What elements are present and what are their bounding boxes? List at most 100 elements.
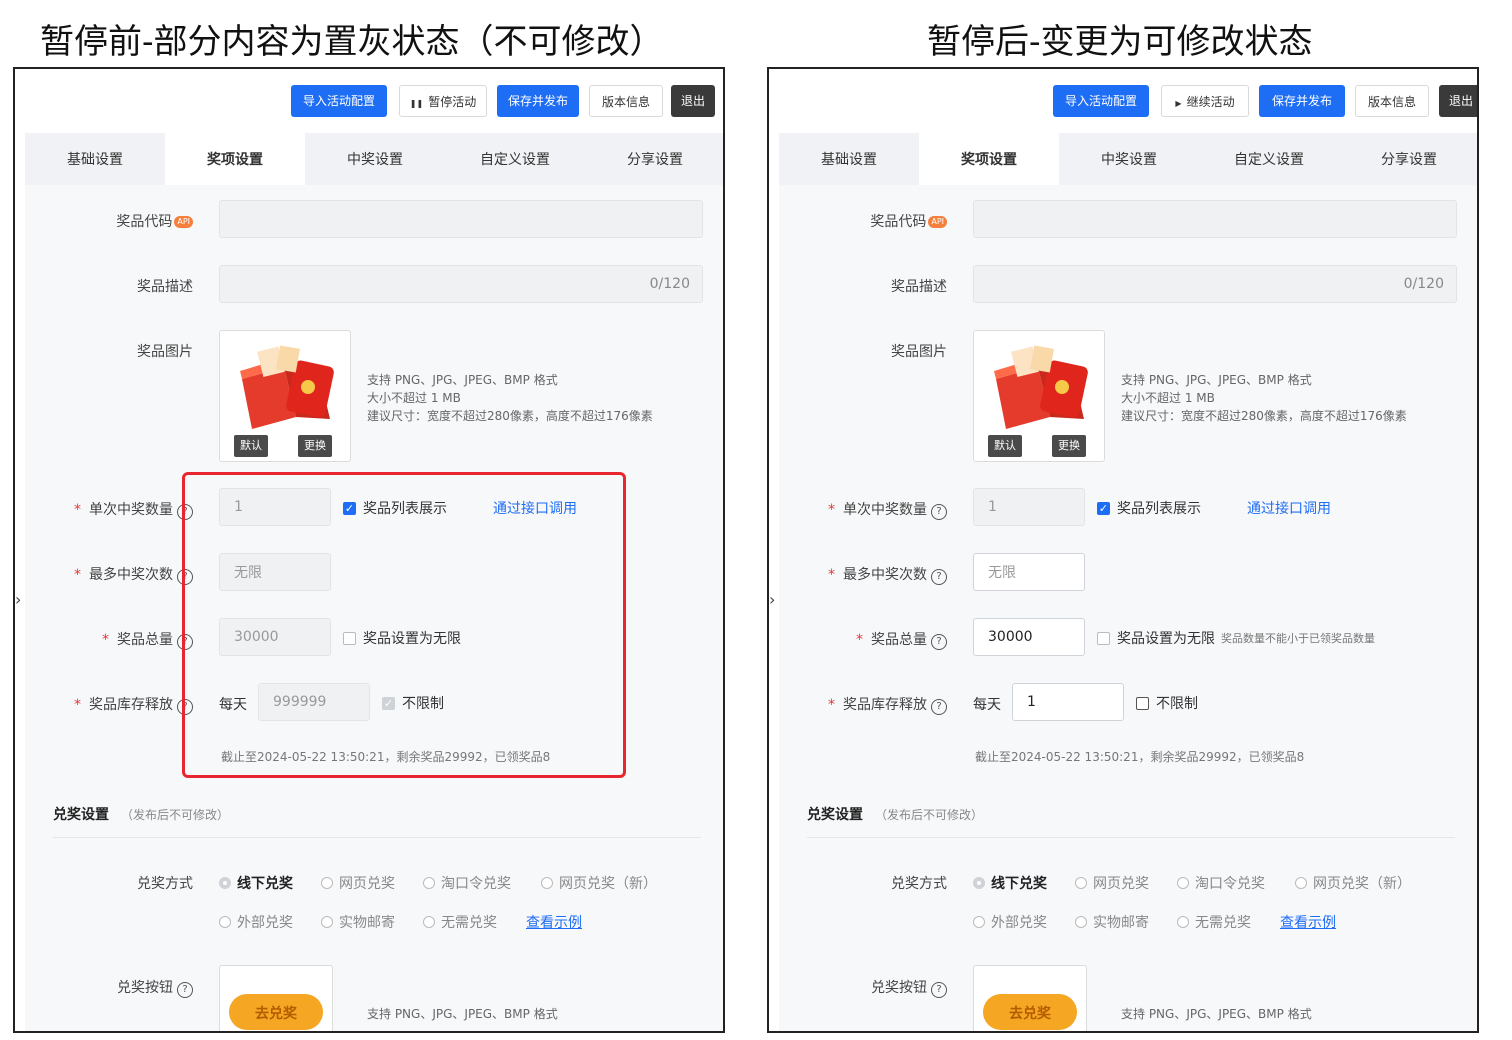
tab-1[interactable]: 奖项设置 <box>919 133 1059 185</box>
image-default-button[interactable]: 默认 <box>988 435 1022 457</box>
help-icon[interactable]: ? <box>931 982 947 998</box>
checkmark-icon: ✓ <box>1097 501 1110 515</box>
image-replace-button[interactable]: 更换 <box>1052 435 1086 457</box>
import-button[interactable]: 导入活动配置 <box>291 85 387 117</box>
prize-desc-counter: 0/120 <box>649 276 690 292</box>
unlimited-checkbox[interactable]: 奖品设置为无限 奖品数量不能小于已领奖品数量 <box>1097 628 1375 648</box>
redeem-button-upload[interactable]: 去兑奖 <box>219 965 333 1031</box>
exit-button[interactable]: 退出 <box>1439 85 1477 117</box>
version-button[interactable]: 版本信息 <box>1355 85 1429 117</box>
redeem-option[interactable]: 实物邮寄 <box>1075 912 1149 932</box>
panel-after-pause: 导入活动配置 ▶ 继续活动 保存并发布 版本信息 退出基础设置 奖项设置 中奖设置 自定义设置分… <box>767 67 1479 1033</box>
tab-3[interactable]: 自定义设置 <box>445 133 585 185</box>
tab-0[interactable]: 基础设置 <box>779 133 919 185</box>
view-example-link[interactable]: 查看示例 <box>526 912 582 932</box>
tab-3[interactable]: 自定义设置 <box>1199 133 1339 185</box>
image-hint: 支持 PNG、JPG、JPEG、BMP 格式 大小不超过 1 MB 建议尺寸：宽度不… <box>1121 373 1407 423</box>
prize-total-label: * 奖品总量? <box>856 629 947 650</box>
prize-desc-input[interactable]: 0/120 <box>973 265 1457 303</box>
tab-2[interactable]: 中奖设置 <box>1059 133 1199 185</box>
help-icon[interactable]: ? <box>931 699 947 715</box>
redeem-option[interactable]: 无需兑奖 <box>423 912 497 932</box>
redeem-option[interactable]: 实物邮寄 <box>321 912 395 932</box>
help-icon[interactable]: ? <box>931 504 947 520</box>
redeem-section-note: （发布后不可修改） <box>875 808 984 822</box>
redeem-option[interactable]: 线下兑奖 <box>219 873 293 893</box>
radio-icon <box>973 877 985 889</box>
image-replace-button[interactable]: 更换 <box>298 435 332 457</box>
prize-code-input[interactable] <box>973 200 1457 238</box>
toolbar: 导入活动配置 ▶ 继续活动 保存并发布 版本信息 退出 <box>769 69 1477 133</box>
radio-icon <box>1075 877 1087 889</box>
redeem-option[interactable]: 外部兑奖 <box>973 912 1047 932</box>
radio-icon <box>321 877 333 889</box>
stock-status-text: 截止至2024-05-22 13:50:21，剩余奖品29992，已领奖品8 <box>975 750 1305 764</box>
save-button[interactable]: 保存并发布 <box>1259 85 1345 117</box>
redeem-section-note: （发布后不可修改） <box>121 808 230 822</box>
prize-desc-input[interactable]: 0/120 <box>219 265 703 303</box>
radio-icon <box>1295 877 1307 889</box>
tab-4[interactable]: 分享设置 <box>585 133 723 185</box>
prize-total-label: * 奖品总量? <box>102 629 193 650</box>
prize-total-input[interactable]: 30000 <box>973 618 1085 656</box>
redeem-section-title: 兑奖设置 （发布后不可修改） <box>53 807 230 823</box>
redeem-button-upload[interactable]: 去兑奖 <box>973 965 1087 1031</box>
disabled-fields-highlight <box>182 472 626 778</box>
redeem-option[interactable]: 网页兑奖（新） <box>1295 873 1411 893</box>
tab-4[interactable]: 分享设置 <box>1339 133 1477 185</box>
save-button[interactable]: 保存并发布 <box>497 85 579 117</box>
max-win-input[interactable]: 无限 <box>973 553 1085 591</box>
settings-tabs: 基础设置 奖项设置 中奖设置 自定义设置 分享设置 <box>25 133 723 185</box>
single-win-input[interactable]: 1 <box>973 488 1085 526</box>
max-win-label: * 最多中奖次数? <box>828 564 947 585</box>
per-day-label: 每天 <box>973 697 1001 713</box>
prize-code-input[interactable] <box>219 200 703 238</box>
radio-icon <box>423 877 435 889</box>
help-icon[interactable]: ? <box>931 634 947 650</box>
resume-activity-button[interactable]: ▶ 继续活动 <box>1161 85 1249 117</box>
redeem-option[interactable]: 网页兑奖（新） <box>541 873 657 893</box>
redeem-option[interactable]: 无需兑奖 <box>1177 912 1251 932</box>
checkbox-icon <box>1136 696 1149 710</box>
view-example-link[interactable]: 查看示例 <box>1280 912 1336 932</box>
chevron-right-icon[interactable]: › <box>15 590 21 609</box>
api-badge-icon: API <box>928 216 947 228</box>
redeem-option[interactable]: 网页兑奖 <box>321 873 395 893</box>
prize-settings-form: 奖品代码 API 奖品描述 0/120 奖品图片 默认 更换 支持 PNG、JPG、JP… <box>779 185 1477 1031</box>
help-icon[interactable]: ? <box>931 569 947 585</box>
radio-icon <box>321 916 333 928</box>
tab-1[interactable]: 奖项设置 <box>165 133 305 185</box>
redeem-option[interactable]: 线下兑奖 <box>973 873 1047 893</box>
api-call-link[interactable]: 通过接口调用 <box>1247 498 1331 518</box>
exit-button[interactable]: 退出 <box>671 85 715 117</box>
stock-release-label: * 奖品库存释放? <box>74 694 193 715</box>
help-icon[interactable]: ? <box>177 982 193 998</box>
radio-icon <box>1177 877 1189 889</box>
release-input[interactable]: 1 <box>1012 683 1124 721</box>
redeem-option[interactable]: 淘口令兑奖 <box>1177 873 1265 893</box>
redeem-option[interactable]: 网页兑奖 <box>1075 873 1149 893</box>
prize-image-upload[interactable]: 默认 更换 <box>973 330 1105 462</box>
red-envelope-image <box>994 345 1088 429</box>
prize-image-upload[interactable]: 默认 更换 <box>219 330 351 462</box>
version-button[interactable]: 版本信息 <box>589 85 663 117</box>
radio-icon <box>423 916 435 928</box>
redeem-button-preview: 去兑奖 <box>983 994 1077 1030</box>
prize-image-label: 奖品图片 <box>891 344 947 360</box>
tab-0[interactable]: 基础设置 <box>25 133 165 185</box>
chevron-right-icon[interactable]: › <box>769 590 775 609</box>
import-button[interactable]: 导入活动配置 <box>1053 85 1149 117</box>
list-display-checkbox[interactable]: ✓ 奖品列表展示 <box>1097 498 1201 518</box>
redeem-option[interactable]: 淘口令兑奖 <box>423 873 511 893</box>
panel-before-pause: 导入活动配置 ❚❚ 暂停活动 保存并发布 版本信息 退出基础设置 奖项设置 中奖设置 自定义设置… <box>13 67 725 1033</box>
image-default-button[interactable]: 默认 <box>234 435 268 457</box>
stock-release-label: * 奖品库存释放? <box>828 694 947 715</box>
max-win-label: * 最多中奖次数? <box>74 564 193 585</box>
pause-activity-button[interactable]: ❚❚ 暂停活动 <box>399 85 487 117</box>
radio-icon <box>541 877 553 889</box>
tab-2[interactable]: 中奖设置 <box>305 133 445 185</box>
no-limit-checkbox[interactable]: 不限制 <box>1136 693 1198 713</box>
radio-icon <box>1075 916 1087 928</box>
redeem-button-label: 兑奖按钮? <box>117 977 193 998</box>
redeem-option[interactable]: 外部兑奖 <box>219 912 293 932</box>
